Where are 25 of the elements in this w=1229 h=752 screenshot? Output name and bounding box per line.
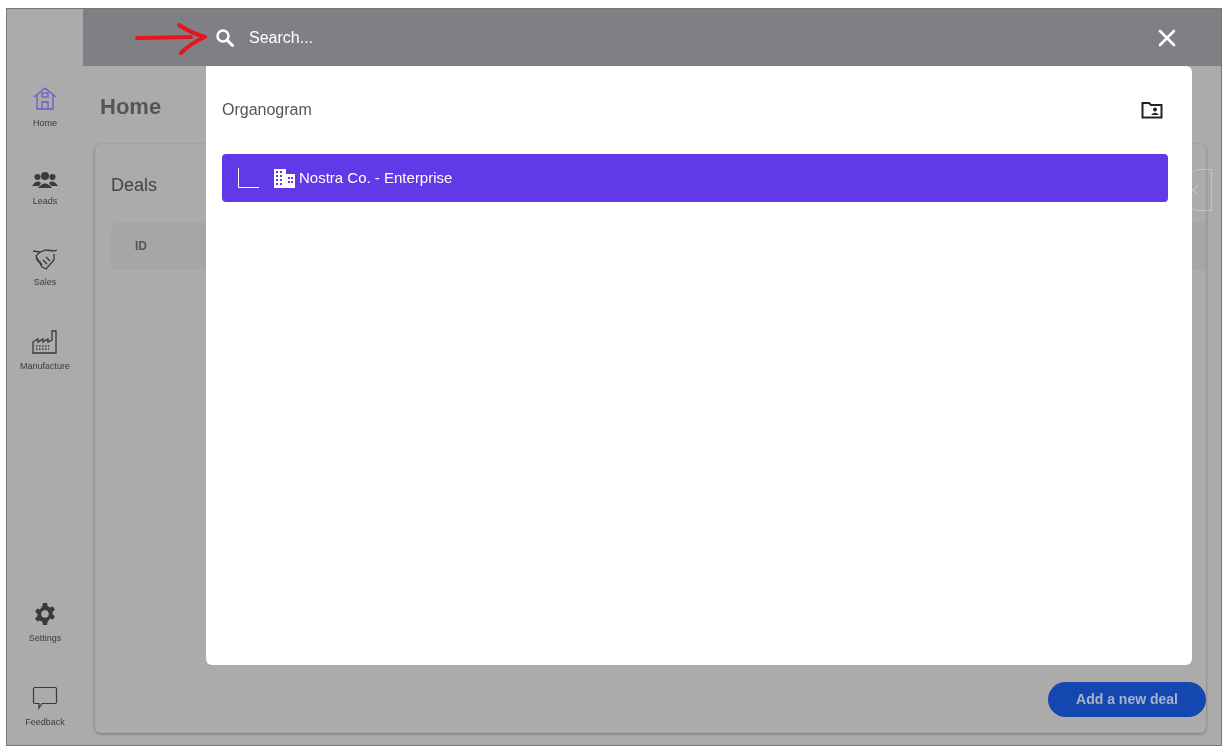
sidebar-item[interactable]: Feedback <box>25 685 65 729</box>
tree-item[interactable]: Nostra Co. - Enterprise <box>222 154 1168 202</box>
card-title: Deals <box>111 174 158 197</box>
handshake-icon <box>32 248 58 270</box>
folder-icon <box>1141 101 1163 119</box>
factory-icon <box>32 329 58 354</box>
people-icon <box>32 170 58 189</box>
settings-icon <box>33 602 57 626</box>
search-icon <box>215 27 235 48</box>
sidebar-item[interactable]: Manufacture <box>20 329 70 373</box>
sidebar-item[interactable]: Home <box>32 85 58 131</box>
close-button[interactable] <box>1157 27 1177 48</box>
search-field[interactable]: Search... <box>249 25 649 50</box>
house-icon <box>32 85 58 111</box>
column-header: ID <box>135 238 147 255</box>
dialog-title: Organogram <box>222 100 312 120</box>
building-icon <box>274 168 295 188</box>
sidebar-item[interactable]: Sales <box>32 248 58 290</box>
folder-button[interactable] <box>1141 101 1163 119</box>
tree-line-icon <box>238 168 259 188</box>
page-title: Home <box>99 93 162 121</box>
sidebar-item[interactable]: Leads <box>32 170 58 208</box>
sidebar-item[interactable]: Settings <box>28 602 62 646</box>
add-deal-button[interactable]: Add a new deal <box>1048 682 1206 717</box>
speech-bubble-icon <box>32 685 58 710</box>
